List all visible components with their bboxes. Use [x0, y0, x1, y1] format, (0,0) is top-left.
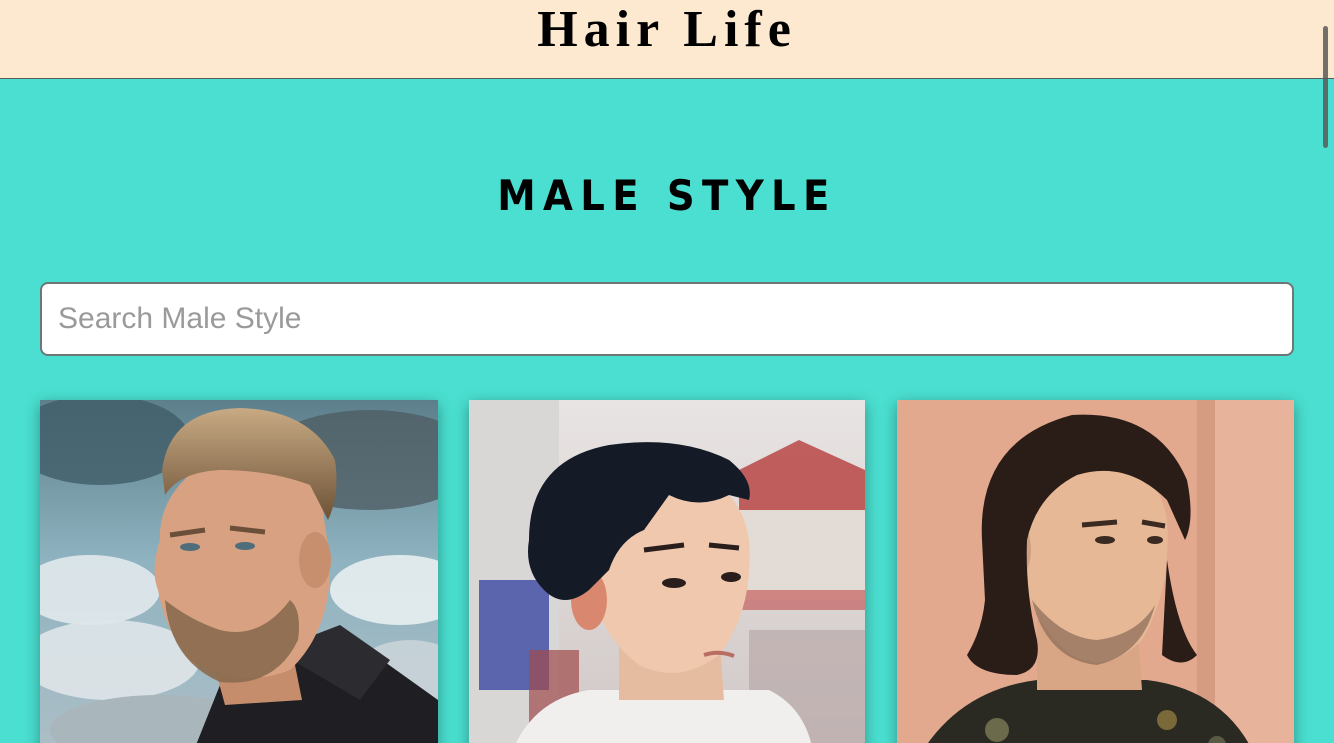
section-title: MALE STYLE [497, 171, 837, 220]
search-input[interactable] [40, 282, 1294, 356]
style-photo-textured-crop [469, 400, 865, 743]
style-photo-undercut [40, 400, 438, 743]
style-card-textured-crop[interactable] [469, 400, 865, 743]
style-card-long-hair[interactable] [897, 400, 1294, 743]
scrollbar-thumb[interactable] [1323, 26, 1328, 148]
style-photo-long-hair [897, 400, 1294, 743]
style-card-undercut[interactable] [40, 400, 438, 743]
site-logo-title[interactable]: Hair Life [0, 0, 1334, 60]
site-header: Hair Life [0, 0, 1334, 79]
